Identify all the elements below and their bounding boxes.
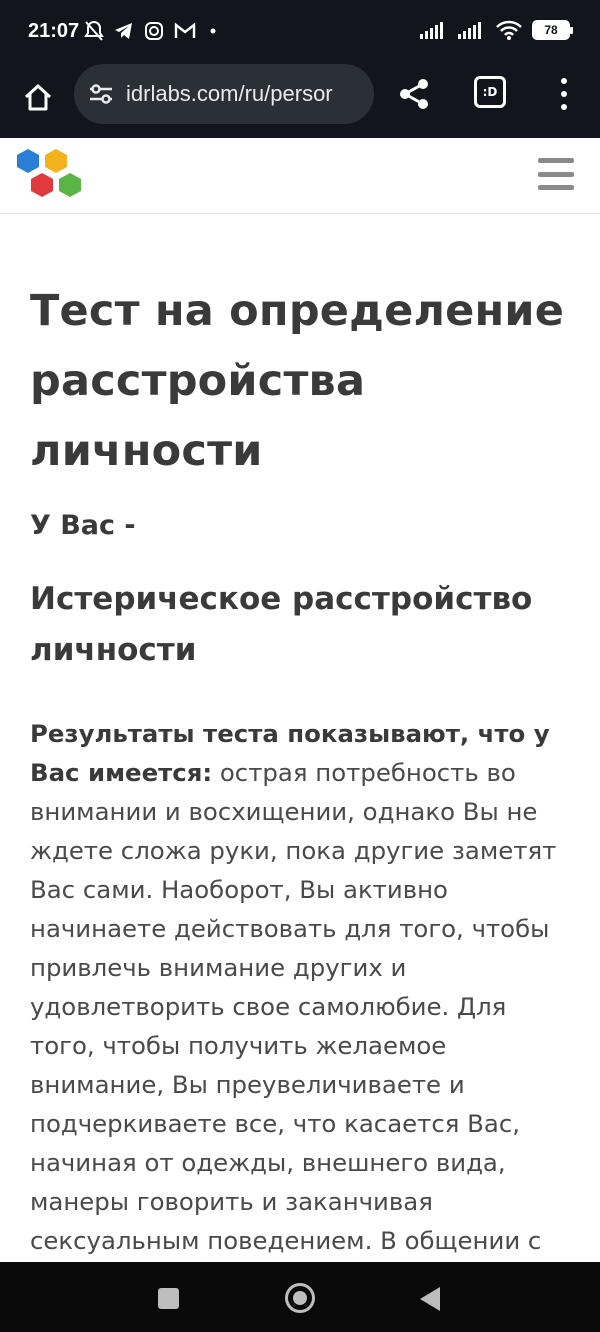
result-description-body: острая потребность во внимании и восхище…	[30, 758, 557, 1255]
back-button[interactable]	[420, 1287, 440, 1311]
dot-icon	[206, 24, 220, 38]
more-menu-icon[interactable]	[552, 78, 576, 110]
home-icon[interactable]	[18, 78, 58, 118]
system-nav-bar	[0, 1262, 600, 1332]
signal-icon	[458, 21, 486, 39]
status-bar: 21:07 78	[0, 0, 600, 64]
web-page: Тест на определение расстройства личност…	[0, 138, 600, 1262]
site-header	[0, 138, 600, 214]
hamburger-menu-icon[interactable]	[538, 158, 574, 190]
gmail-icon	[174, 22, 196, 40]
notification-icons	[84, 20, 220, 42]
system-icons: 78	[420, 20, 573, 40]
site-settings-icon[interactable]	[86, 83, 116, 105]
article-content: Тест на определение расстройства личност…	[0, 276, 600, 1262]
url-text[interactable]: idrlabs.com/ru/persor	[126, 81, 333, 107]
recents-button[interactable]	[158, 1288, 179, 1309]
url-bar[interactable]: idrlabs.com/ru/persor	[74, 64, 374, 124]
wifi-icon	[496, 20, 522, 40]
result-intro: У Вас -	[30, 510, 136, 541]
browser-toolbar: idrlabs.com/ru/persor :D	[0, 64, 600, 138]
home-button[interactable]	[285, 1283, 315, 1313]
bell-off-icon	[84, 20, 104, 42]
signal-icon	[420, 21, 448, 39]
page-title: Тест на определение расстройства личност…	[30, 286, 565, 476]
status-time: 21:07	[28, 20, 80, 42]
battery-icon: 78	[532, 20, 573, 40]
result-heading: Истерическое расстройство личности	[30, 581, 533, 668]
site-logo[interactable]	[14, 148, 86, 202]
result-description: Результаты теста показывают, что у Вас и…	[30, 714, 570, 1262]
tab-switcher-button[interactable]: :D	[474, 76, 506, 108]
telegram-icon	[114, 21, 134, 41]
instagram-icon	[144, 21, 164, 41]
share-icon[interactable]	[396, 76, 432, 112]
